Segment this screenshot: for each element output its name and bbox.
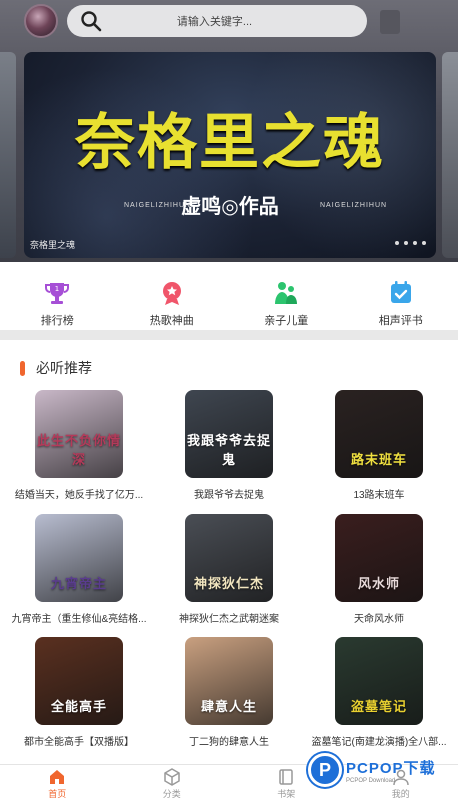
banner-pinyin-right: NAIGELIZHIHUN: [320, 202, 388, 209]
book-card[interactable]: 全能高手都市全能高手【双播版】: [4, 637, 154, 748]
category-hot-songs[interactable]: 热歌神曲: [115, 262, 230, 330]
recommend-title: 必听推荐: [36, 360, 92, 376]
book-cover-title: 九宵帝主: [50, 576, 107, 591]
hot-song-icon: [159, 280, 185, 306]
category-row: 1 排行榜 热歌神曲 亲子儿童 相声评书: [0, 262, 458, 330]
search-bar[interactable]: 请输入关键字...: [67, 5, 367, 37]
book-title: 盗墓笔记(南建龙演播)全八部...: [311, 737, 447, 748]
book-card[interactable]: 路末班车 13路末班车: [304, 390, 454, 501]
book-cover[interactable]: 路末班车: [335, 390, 423, 478]
book-cover-title: 风水师: [357, 576, 400, 591]
parent-child-icon: [273, 280, 299, 306]
book-title: 神探狄仁杰之武朝迷案: [179, 614, 279, 625]
category-icon: [163, 768, 181, 786]
section-divider: [0, 330, 458, 340]
recommend-section: 必听推荐 此生不负你情深 结婚当天，她反手找了亿万... 我跟爷爷去捉鬼 我跟爷爷去捉…: [0, 340, 458, 764]
svg-text:1: 1: [55, 285, 59, 293]
banner-next-peek[interactable]: [442, 52, 458, 258]
trophy-icon: 1: [44, 280, 70, 306]
carousel-dot: [413, 241, 417, 245]
nav-label: 首页: [48, 789, 67, 799]
search-placeholder: 请输入关键字...: [176, 16, 253, 28]
book-card[interactable]: 此生不负你情深结婚当天，她反手找了亿万...: [4, 390, 154, 501]
section-accent-bar: [20, 360, 25, 376]
carousel-dot: [422, 241, 426, 245]
book-title: 13路末班车: [353, 490, 405, 501]
book-cover-title: 肆意人生: [200, 699, 257, 714]
book-title: 天命风水师: [354, 614, 404, 625]
avatar[interactable]: [24, 4, 58, 38]
carousel-dot: [404, 241, 408, 245]
banner-title: 奈格里之魂: [75, 108, 385, 178]
nav-item-category[interactable]: 分类: [115, 765, 230, 800]
book-title: 九宵帝主（重生修仙&亮结格...: [11, 614, 147, 625]
nav-item-home[interactable]: 首页: [0, 765, 115, 800]
category-label: 相声评书: [378, 315, 423, 327]
book-cover[interactable]: 九宵帝主: [35, 514, 123, 602]
book-card[interactable]: 九宵帝主九宵帝主（重生修仙&亮结格...: [4, 514, 154, 625]
book-cover-title: 全能高手: [50, 699, 107, 714]
banner-caption: 奈格里之魂: [30, 240, 76, 250]
book-cover-title: 路末班车: [350, 452, 407, 467]
book-cover[interactable]: 肆意人生: [185, 637, 273, 725]
category-parent-child[interactable]: 亲子儿童: [229, 262, 344, 330]
carousel-dot: [395, 241, 399, 245]
category-ranking[interactable]: 1 排行榜: [0, 262, 115, 330]
book-title: 都市全能高手【双播版】: [24, 737, 134, 748]
top-header: 请输入关键字... 奈格里之魂 NAIGELIZHIHUN 虚鸣◎作品 NAIG…: [0, 0, 458, 262]
watermark-logo: P: [308, 753, 342, 787]
book-cover[interactable]: 此生不负你情深: [35, 390, 123, 478]
nav-label: 书架: [277, 789, 296, 799]
recommend-header: 必听推荐: [20, 358, 92, 378]
carousel-indicator: [395, 241, 426, 245]
home-icon: [48, 768, 66, 786]
category-crosstalk[interactable]: 相声评书: [344, 262, 458, 330]
book-cover-title: 我跟爷爷去捉鬼: [186, 433, 271, 467]
category-label: 排行榜: [40, 315, 74, 327]
book-cover[interactable]: 风水师: [335, 514, 423, 602]
category-label: 热歌神曲: [149, 315, 194, 327]
banner-prev-peek[interactable]: [0, 52, 16, 258]
watermark-main: PCPOP下载: [346, 759, 436, 777]
book-cover[interactable]: 全能高手: [35, 637, 123, 725]
book-title: 我跟爷爷去捉鬼: [194, 490, 264, 501]
book-card[interactable]: 盗墓笔记盗墓笔记(南建龙演播)全八部...: [304, 637, 454, 748]
book-card[interactable]: 风水师 天命风水师: [304, 514, 454, 625]
category-label: 亲子儿童: [264, 315, 309, 327]
book-cover-title: 神探狄仁杰: [193, 576, 264, 591]
book-icon: [388, 280, 414, 306]
book-title: 结婚当天，她反手找了亿万...: [14, 490, 144, 501]
book-card[interactable]: 肆意人生丁二狗的肆意人生: [154, 637, 304, 748]
bookshelf-icon: [277, 768, 295, 786]
book-cover-title: 盗墓笔记: [350, 699, 407, 714]
banner-carousel[interactable]: 奈格里之魂 NAIGELIZHIHUN 虚鸣◎作品 NAIGELIZHIHUN …: [24, 52, 436, 258]
book-card[interactable]: 神探狄仁杰神探狄仁杰之武朝迷案: [154, 514, 304, 625]
book-cover[interactable]: 神探狄仁杰: [185, 514, 273, 602]
book-cover[interactable]: 我跟爷爷去捉鬼: [185, 390, 273, 478]
book-cover[interactable]: 盗墓笔记: [335, 637, 423, 725]
nav-label: 分类: [162, 789, 181, 799]
book-cover-title: 此生不负你情深: [36, 433, 121, 467]
book-title: 丁二狗的肆意人生: [189, 737, 269, 748]
book-card[interactable]: 我跟爷爷去捉鬼 我跟爷爷去捉鬼: [154, 390, 304, 501]
search-icon: [80, 10, 102, 32]
message-icon[interactable]: [380, 10, 400, 34]
watermark: P PCPOP下载 PCPOP Download: [308, 748, 458, 792]
watermark-sub: PCPOP Download: [346, 777, 396, 784]
